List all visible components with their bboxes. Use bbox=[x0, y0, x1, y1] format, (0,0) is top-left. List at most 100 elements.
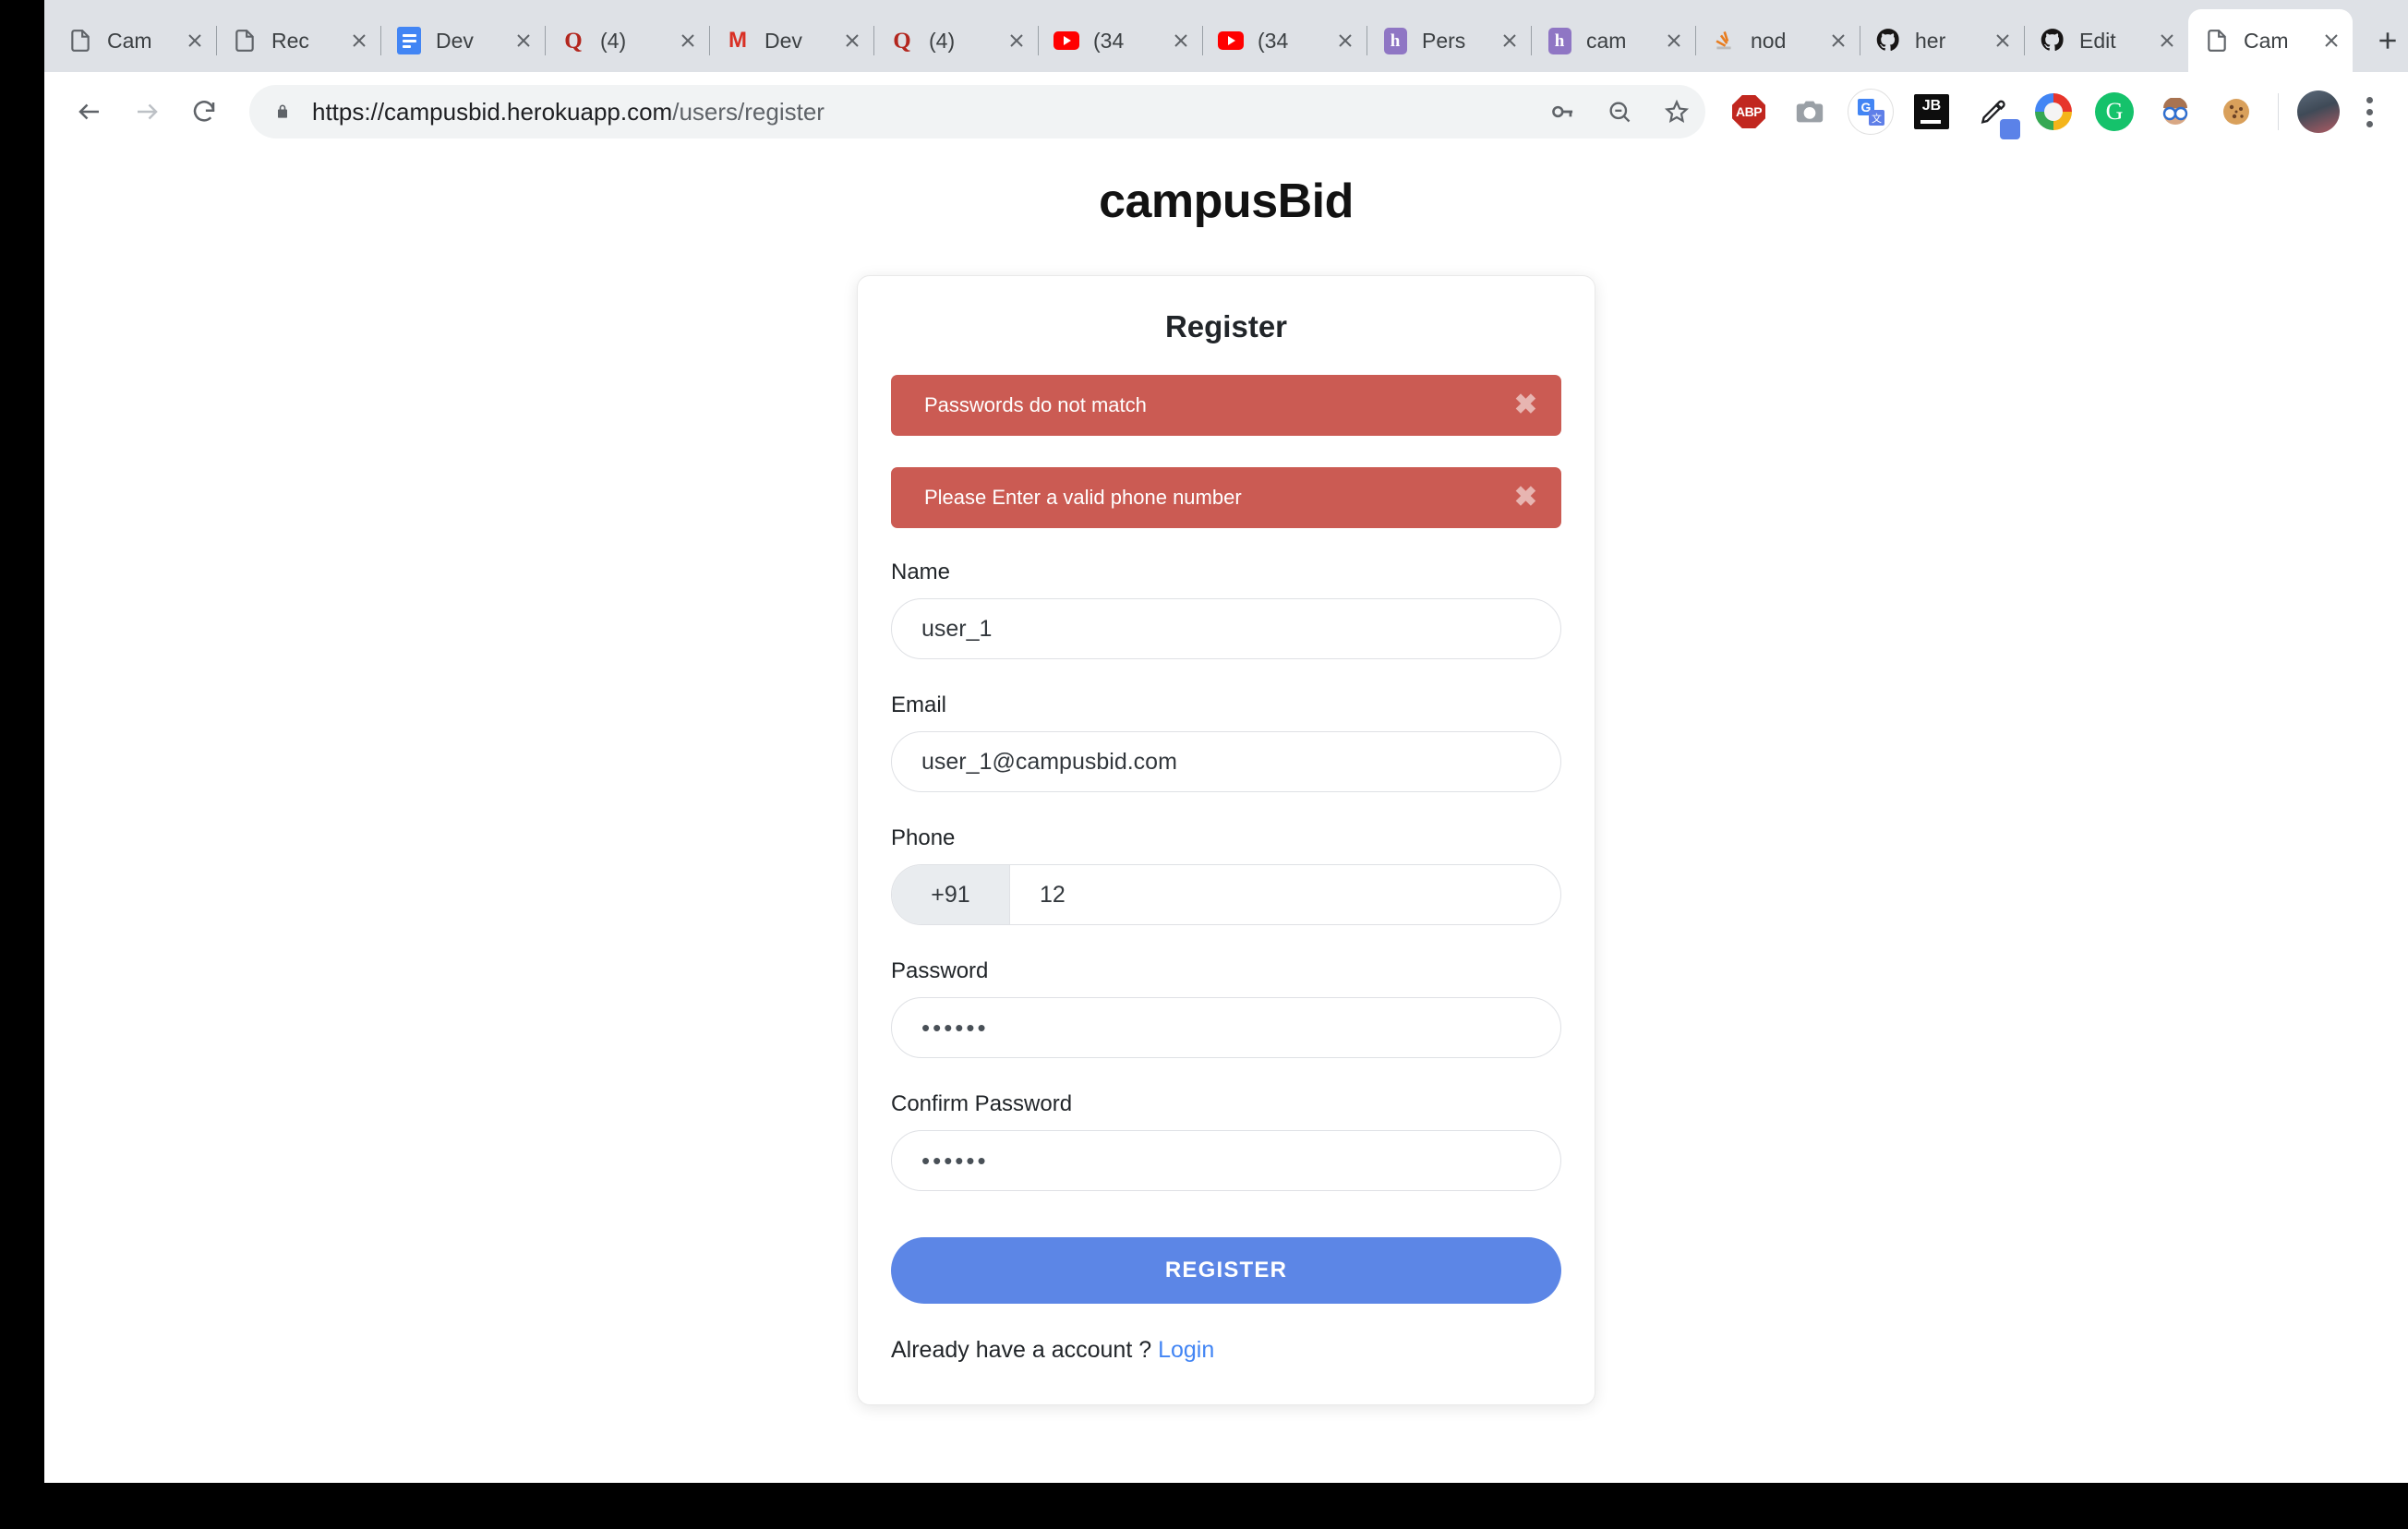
password-field-group: Password •••••• bbox=[891, 958, 1561, 1058]
name-input[interactable]: user_1 bbox=[891, 598, 1561, 659]
avatar[interactable] bbox=[2297, 90, 2340, 133]
reload-icon[interactable] bbox=[175, 83, 233, 140]
chrome-menu-icon[interactable] bbox=[2347, 86, 2391, 138]
alert-invalid-phone: Please Enter a valid phone number ✖ bbox=[891, 467, 1561, 528]
tab-title: her bbox=[1915, 28, 1946, 53]
tab-title: (34 bbox=[1258, 28, 1289, 53]
tab-close-icon[interactable] bbox=[1001, 25, 1032, 56]
email-field-group: Email user_1@campusbid.com bbox=[891, 692, 1561, 792]
zoom-out-icon[interactable] bbox=[1591, 85, 1648, 138]
glasses-extension-icon[interactable] bbox=[2149, 86, 2201, 138]
lock-icon bbox=[273, 100, 292, 124]
color-picker-icon[interactable] bbox=[1967, 86, 2020, 139]
tab-title: Dev bbox=[765, 28, 802, 53]
doc-icon bbox=[231, 27, 259, 54]
heroku-icon: h bbox=[1546, 27, 1573, 54]
google-docs-icon bbox=[395, 27, 423, 54]
password-input[interactable]: •••••• bbox=[891, 997, 1561, 1058]
adblock-plus-icon[interactable]: ABP bbox=[1723, 86, 1775, 138]
tab-close-icon[interactable] bbox=[1330, 25, 1361, 56]
tab-strip: Cam Rec Dev Q (4) M Dev Q (4) (34 (34 h … bbox=[44, 0, 2408, 72]
email-input[interactable]: user_1@campusbid.com bbox=[891, 731, 1561, 792]
stackoverflow-icon bbox=[1710, 27, 1738, 54]
close-icon[interactable]: ✖ bbox=[1514, 484, 1537, 512]
tab-title: (34 bbox=[1093, 28, 1125, 53]
back-icon[interactable] bbox=[61, 83, 118, 140]
youtube-icon bbox=[1217, 27, 1245, 54]
password-key-icon[interactable] bbox=[1534, 85, 1591, 138]
heroku-icon: h bbox=[1381, 27, 1409, 54]
browser-tab[interactable]: (34 bbox=[1038, 9, 1202, 72]
tab-title: nod bbox=[1751, 28, 1787, 53]
tab-close-icon[interactable] bbox=[672, 25, 704, 56]
grammarly-icon[interactable]: G bbox=[2089, 86, 2140, 138]
tab-title: (4) bbox=[929, 28, 956, 53]
tab-close-icon[interactable] bbox=[1658, 25, 1690, 56]
grammarly-label: G bbox=[2095, 92, 2134, 131]
tab-title: cam bbox=[1586, 28, 1627, 53]
url-origin: https://campusbid.herokuapp.com bbox=[312, 97, 673, 126]
close-icon[interactable]: ✖ bbox=[1514, 391, 1537, 419]
address-bar[interactable]: https://campusbid.herokuapp.com/users/re… bbox=[249, 85, 1705, 138]
tab-close-icon[interactable] bbox=[1494, 25, 1525, 56]
name-label: Name bbox=[891, 560, 951, 584]
jetbrains-toolbox-icon[interactable]: JB bbox=[1906, 86, 1957, 138]
tab-title: Edit bbox=[2079, 28, 2116, 53]
browser-tab[interactable]: Rec bbox=[216, 9, 380, 72]
confirm-password-masked-value: •••••• bbox=[921, 1146, 989, 1174]
page-content: campusBid Register Passwords do not matc… bbox=[44, 151, 2408, 1483]
alert-message: Passwords do not match bbox=[924, 393, 1147, 416]
browser-tab[interactable]: nod bbox=[1695, 9, 1860, 72]
tab-title: Rec bbox=[271, 28, 309, 53]
tab-close-icon[interactable] bbox=[508, 25, 539, 56]
cookie-editor-icon[interactable] bbox=[2210, 86, 2262, 138]
tab-title: Cam bbox=[2244, 28, 2289, 53]
tab-close-icon[interactable] bbox=[1823, 25, 1854, 56]
doc-icon bbox=[66, 27, 94, 54]
phone-input[interactable]: 12 bbox=[1010, 865, 1560, 924]
quora-icon: Q bbox=[564, 28, 583, 54]
tab-close-icon[interactable] bbox=[2316, 25, 2347, 56]
browser-tab[interactable]: Dev bbox=[380, 9, 545, 72]
register-card: Register Passwords do not match ✖ Please… bbox=[857, 275, 1595, 1405]
browser-tab[interactable]: Cam bbox=[52, 9, 216, 72]
tab-close-icon[interactable] bbox=[1165, 25, 1197, 56]
translate-target-icon: 文 bbox=[1869, 110, 1884, 126]
bookmark-star-icon[interactable] bbox=[1648, 85, 1705, 138]
login-prompt: Already have a account ? Login bbox=[891, 1337, 1561, 1364]
tab-close-icon[interactable] bbox=[2151, 25, 2183, 56]
browser-tab[interactable]: h cam bbox=[1531, 9, 1695, 72]
tab-title: (4) bbox=[600, 28, 627, 53]
tab-close-icon[interactable] bbox=[1987, 25, 2018, 56]
gmail-icon: M bbox=[728, 28, 747, 53]
login-link[interactable]: Login bbox=[1158, 1337, 1214, 1363]
browser-tab[interactable]: M Dev bbox=[709, 9, 873, 72]
phone-label: Phone bbox=[891, 825, 956, 850]
browser-tab-active[interactable]: Cam bbox=[2188, 9, 2353, 72]
confirm-password-label: Confirm Password bbox=[891, 1091, 1073, 1116]
browser-tab[interactable]: h Pers bbox=[1367, 9, 1531, 72]
tab-close-icon[interactable] bbox=[837, 25, 868, 56]
new-tab-button[interactable] bbox=[2362, 15, 2408, 66]
register-button[interactable]: REGISTER bbox=[891, 1237, 1561, 1304]
github-icon bbox=[2039, 27, 2066, 54]
doc-icon bbox=[2203, 27, 2231, 54]
alert-password-mismatch: Passwords do not match ✖ bbox=[891, 375, 1561, 436]
internet-download-manager-icon[interactable] bbox=[2028, 86, 2079, 138]
phone-country-code: +91 bbox=[892, 865, 1010, 924]
url-path: /users/register bbox=[672, 97, 825, 126]
tab-close-icon[interactable] bbox=[343, 25, 375, 56]
forward-icon[interactable] bbox=[118, 83, 175, 140]
confirm-password-field-group: Confirm Password •••••• bbox=[891, 1091, 1561, 1191]
phone-input-group: +91 12 bbox=[891, 864, 1561, 925]
screenshot-camera-icon[interactable] bbox=[1784, 86, 1836, 138]
tab-close-icon[interactable] bbox=[179, 25, 211, 56]
google-translate-icon[interactable]: G文 bbox=[1845, 86, 1896, 138]
browser-tab[interactable]: Q (4) bbox=[873, 9, 1038, 72]
browser-tab[interactable]: (34 bbox=[1202, 9, 1367, 72]
browser-tab[interactable]: Edit bbox=[2024, 9, 2188, 72]
browser-tab[interactable]: Q (4) bbox=[545, 9, 709, 72]
confirm-password-input[interactable]: •••••• bbox=[891, 1130, 1561, 1191]
browser-tab[interactable]: her bbox=[1860, 9, 2024, 72]
github-icon bbox=[1874, 27, 1902, 54]
